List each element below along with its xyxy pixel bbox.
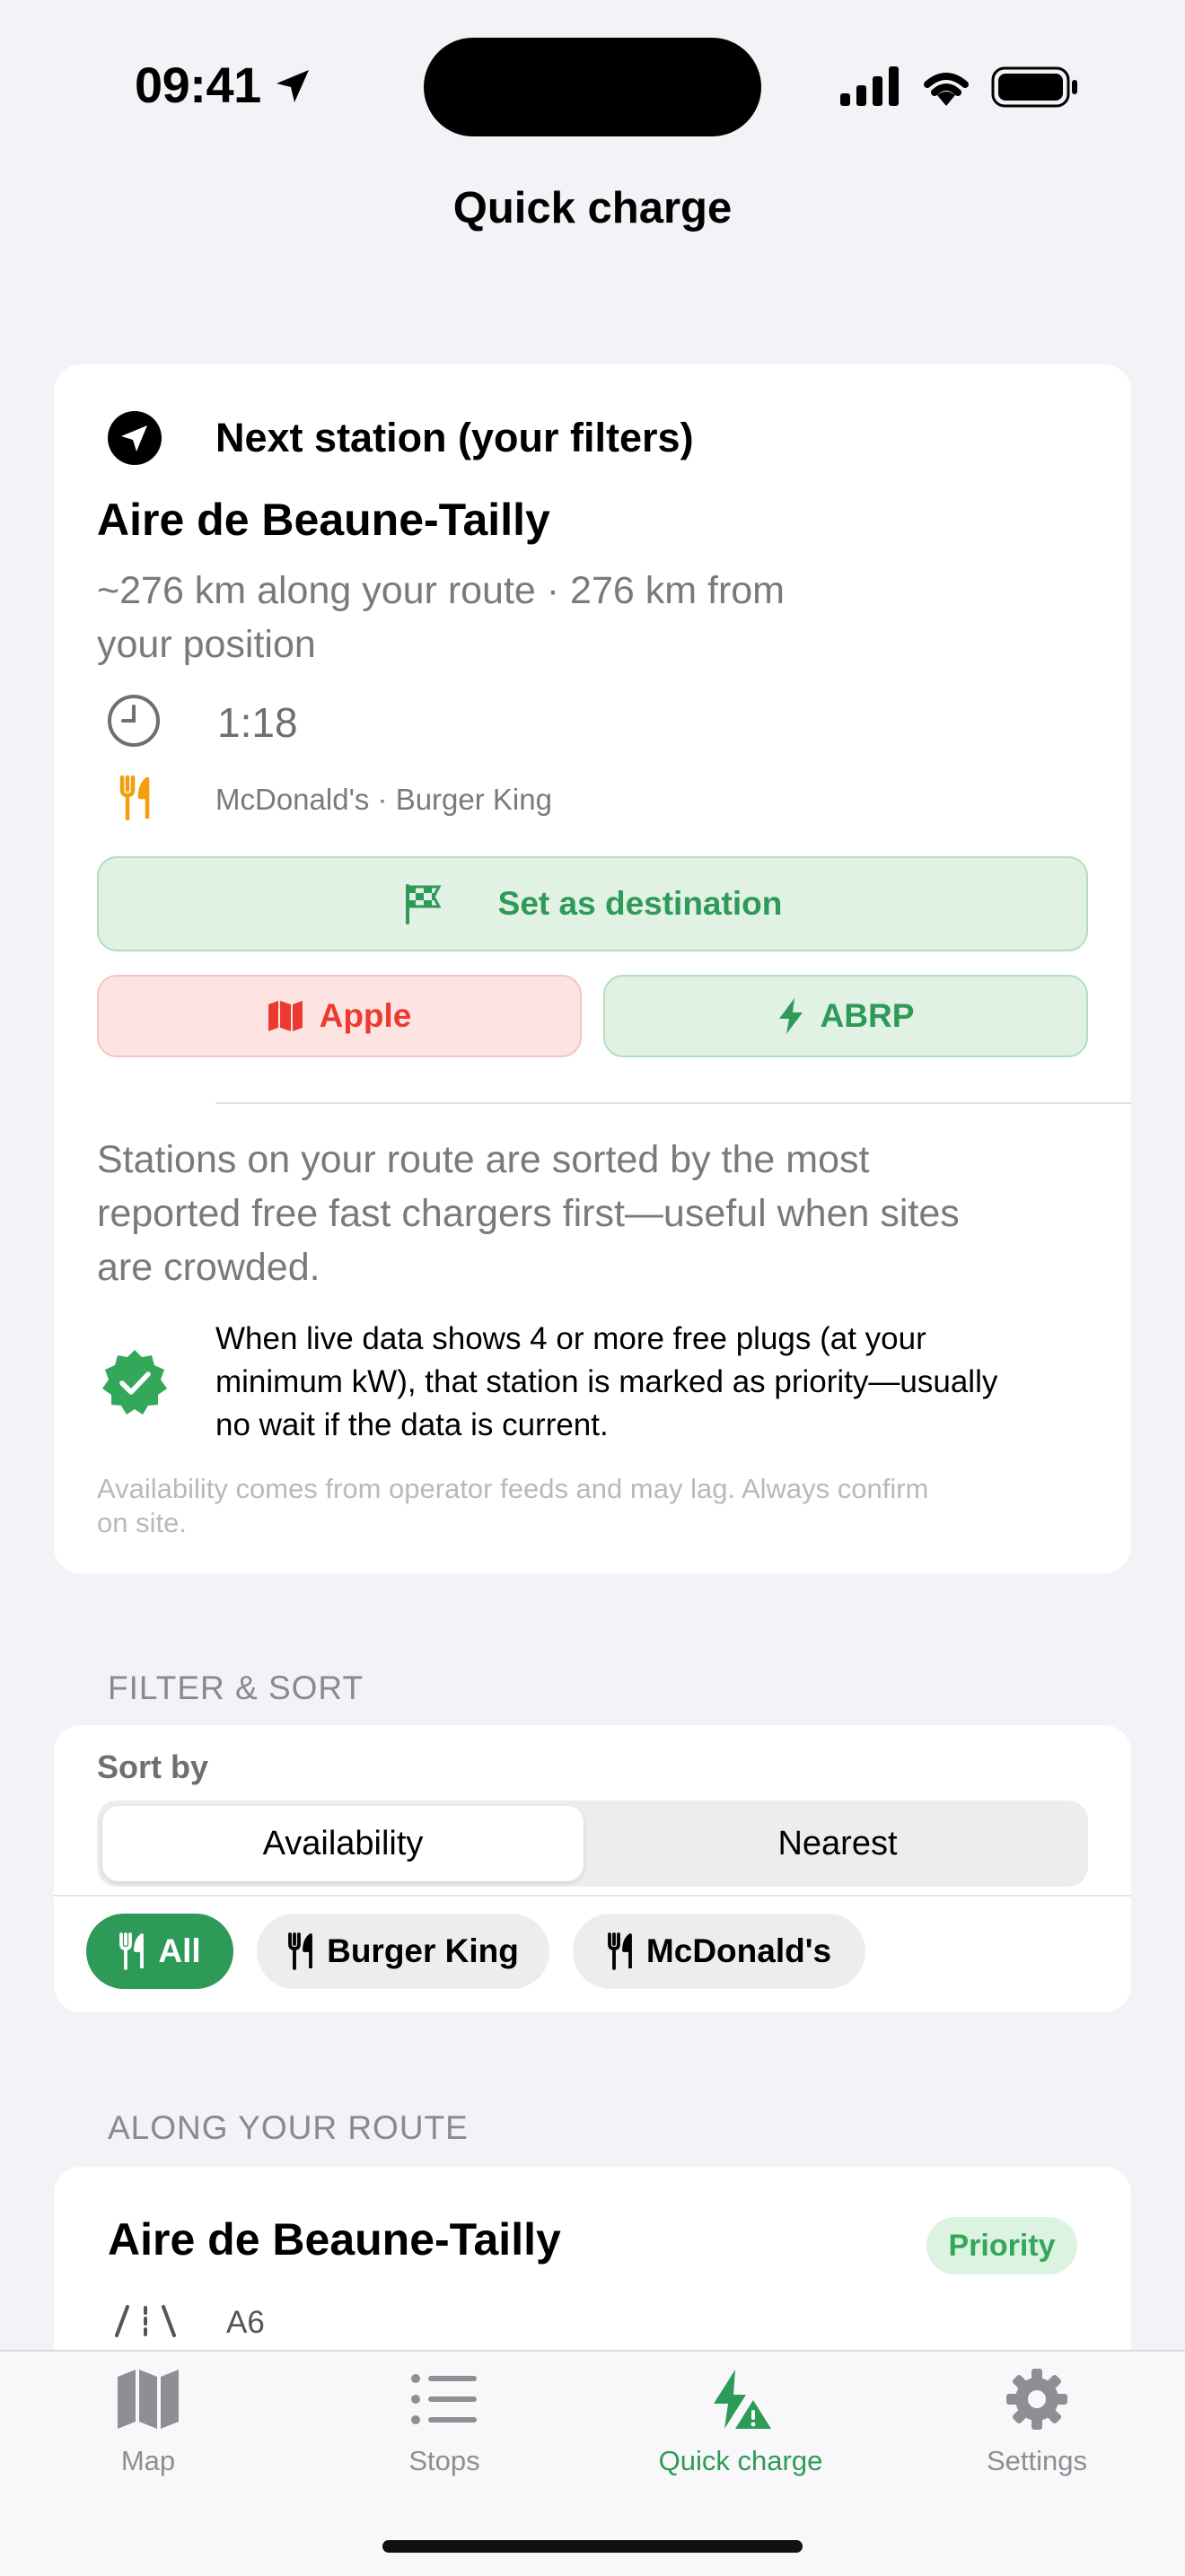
sort-by-label: Sort by xyxy=(97,1748,209,1785)
checkered-flag-icon xyxy=(405,884,442,924)
tab-label-settings: Settings xyxy=(986,2445,1087,2476)
priority-badge: Priority xyxy=(926,2217,1077,2274)
apple-label: Apple xyxy=(319,997,412,1034)
tab-map[interactable]: Map xyxy=(0,2368,296,2477)
filter-chip-burger-king[interactable]: Burger King xyxy=(257,1914,549,1989)
tab-label-map: Map xyxy=(120,2445,176,2476)
map-icon xyxy=(268,1001,303,1031)
tab-settings[interactable]: Settings xyxy=(889,2368,1185,2477)
fork-knife-icon xyxy=(608,1932,632,1970)
location-arrow-icon xyxy=(276,70,309,102)
route-section-label: ALONG YOUR ROUTE xyxy=(108,2109,469,2146)
fineprint-line-2: on site. xyxy=(97,1507,187,1538)
divider xyxy=(215,1102,1131,1104)
filter-chip-mcdonalds[interactable]: McDonald's xyxy=(573,1914,865,1989)
cellular-signal-icon xyxy=(840,66,899,106)
tab-stops[interactable]: Stops xyxy=(296,2368,592,2477)
bolt-warning-icon xyxy=(714,2370,771,2429)
wifi-icon xyxy=(924,73,969,106)
clock-icon xyxy=(108,695,160,747)
next-station-header: Next station (your filters) xyxy=(215,415,694,460)
road-icon xyxy=(115,2305,176,2337)
tab-label-quick-charge: Quick charge xyxy=(658,2445,823,2476)
verified-badge-icon xyxy=(102,1350,167,1415)
sort-option-nearest[interactable]: Nearest xyxy=(592,1806,1083,1881)
fork-knife-icon xyxy=(288,1932,313,1970)
filter-chip-all[interactable]: All xyxy=(86,1914,233,1989)
next-station-distance-line2: your position xyxy=(97,623,316,666)
list-icon xyxy=(411,2374,477,2424)
abrp-label: ABRP xyxy=(820,997,915,1034)
next-station-name: Aire de Beaune-Tailly xyxy=(97,495,550,545)
map-icon xyxy=(118,2370,179,2429)
priority-line-3: no wait if the data is current. xyxy=(215,1407,609,1442)
bolt-icon xyxy=(778,998,803,1034)
chip-label-all: All xyxy=(158,1932,201,1969)
next-station-time: 1:18 xyxy=(217,699,298,746)
home-indicator xyxy=(382,2540,803,2553)
route-station-road: A6 xyxy=(226,2305,265,2340)
page-title: Quick charge xyxy=(452,184,733,232)
set-destination-label: Set as destination xyxy=(497,885,783,922)
abrp-button[interactable]: ABRP xyxy=(603,975,1088,1057)
priority-line-2: minimum kW), that station is marked as p… xyxy=(215,1364,998,1399)
explain-line-1: Stations on your route are sorted by the… xyxy=(97,1138,870,1181)
sort-option-availability[interactable]: Availability xyxy=(102,1806,584,1881)
battery-icon xyxy=(991,66,1077,108)
explain-line-2: reported free fast chargers first—useful… xyxy=(97,1192,960,1235)
divider xyxy=(54,1895,1131,1897)
status-time: 09:41 xyxy=(135,57,261,113)
priority-line-1: When live data shows 4 or more free plug… xyxy=(215,1321,926,1356)
route-station-name: Aire de Beaune-Tailly xyxy=(108,2214,561,2265)
dynamic-island xyxy=(424,38,761,136)
tab-label-stops: Stops xyxy=(408,2445,480,2476)
chip-label-mcdonalds: McDonald's xyxy=(645,1932,832,1969)
explain-line-3: are crowded. xyxy=(97,1246,320,1289)
tab-quick-charge[interactable]: Quick charge xyxy=(592,2368,889,2477)
fork-knife-icon xyxy=(119,1932,145,1970)
set-destination-button[interactable]: Set as destination xyxy=(97,856,1088,951)
navigation-arrow-icon xyxy=(108,411,162,465)
next-station-food: McDonald's · Burger King xyxy=(215,783,552,816)
chip-label-burger-king: Burger King xyxy=(327,1932,519,1969)
gear-icon xyxy=(1006,2369,1067,2430)
filter-sort-section-label: FILTER & SORT xyxy=(108,1669,364,1706)
fineprint-line-1: Availability comes from operator feeds a… xyxy=(97,1473,929,1504)
apple-maps-button[interactable]: Apple xyxy=(97,975,582,1057)
next-station-distance-line1: ~276 km along your route · 276 km from xyxy=(97,569,786,612)
fork-knife-icon xyxy=(119,775,150,820)
